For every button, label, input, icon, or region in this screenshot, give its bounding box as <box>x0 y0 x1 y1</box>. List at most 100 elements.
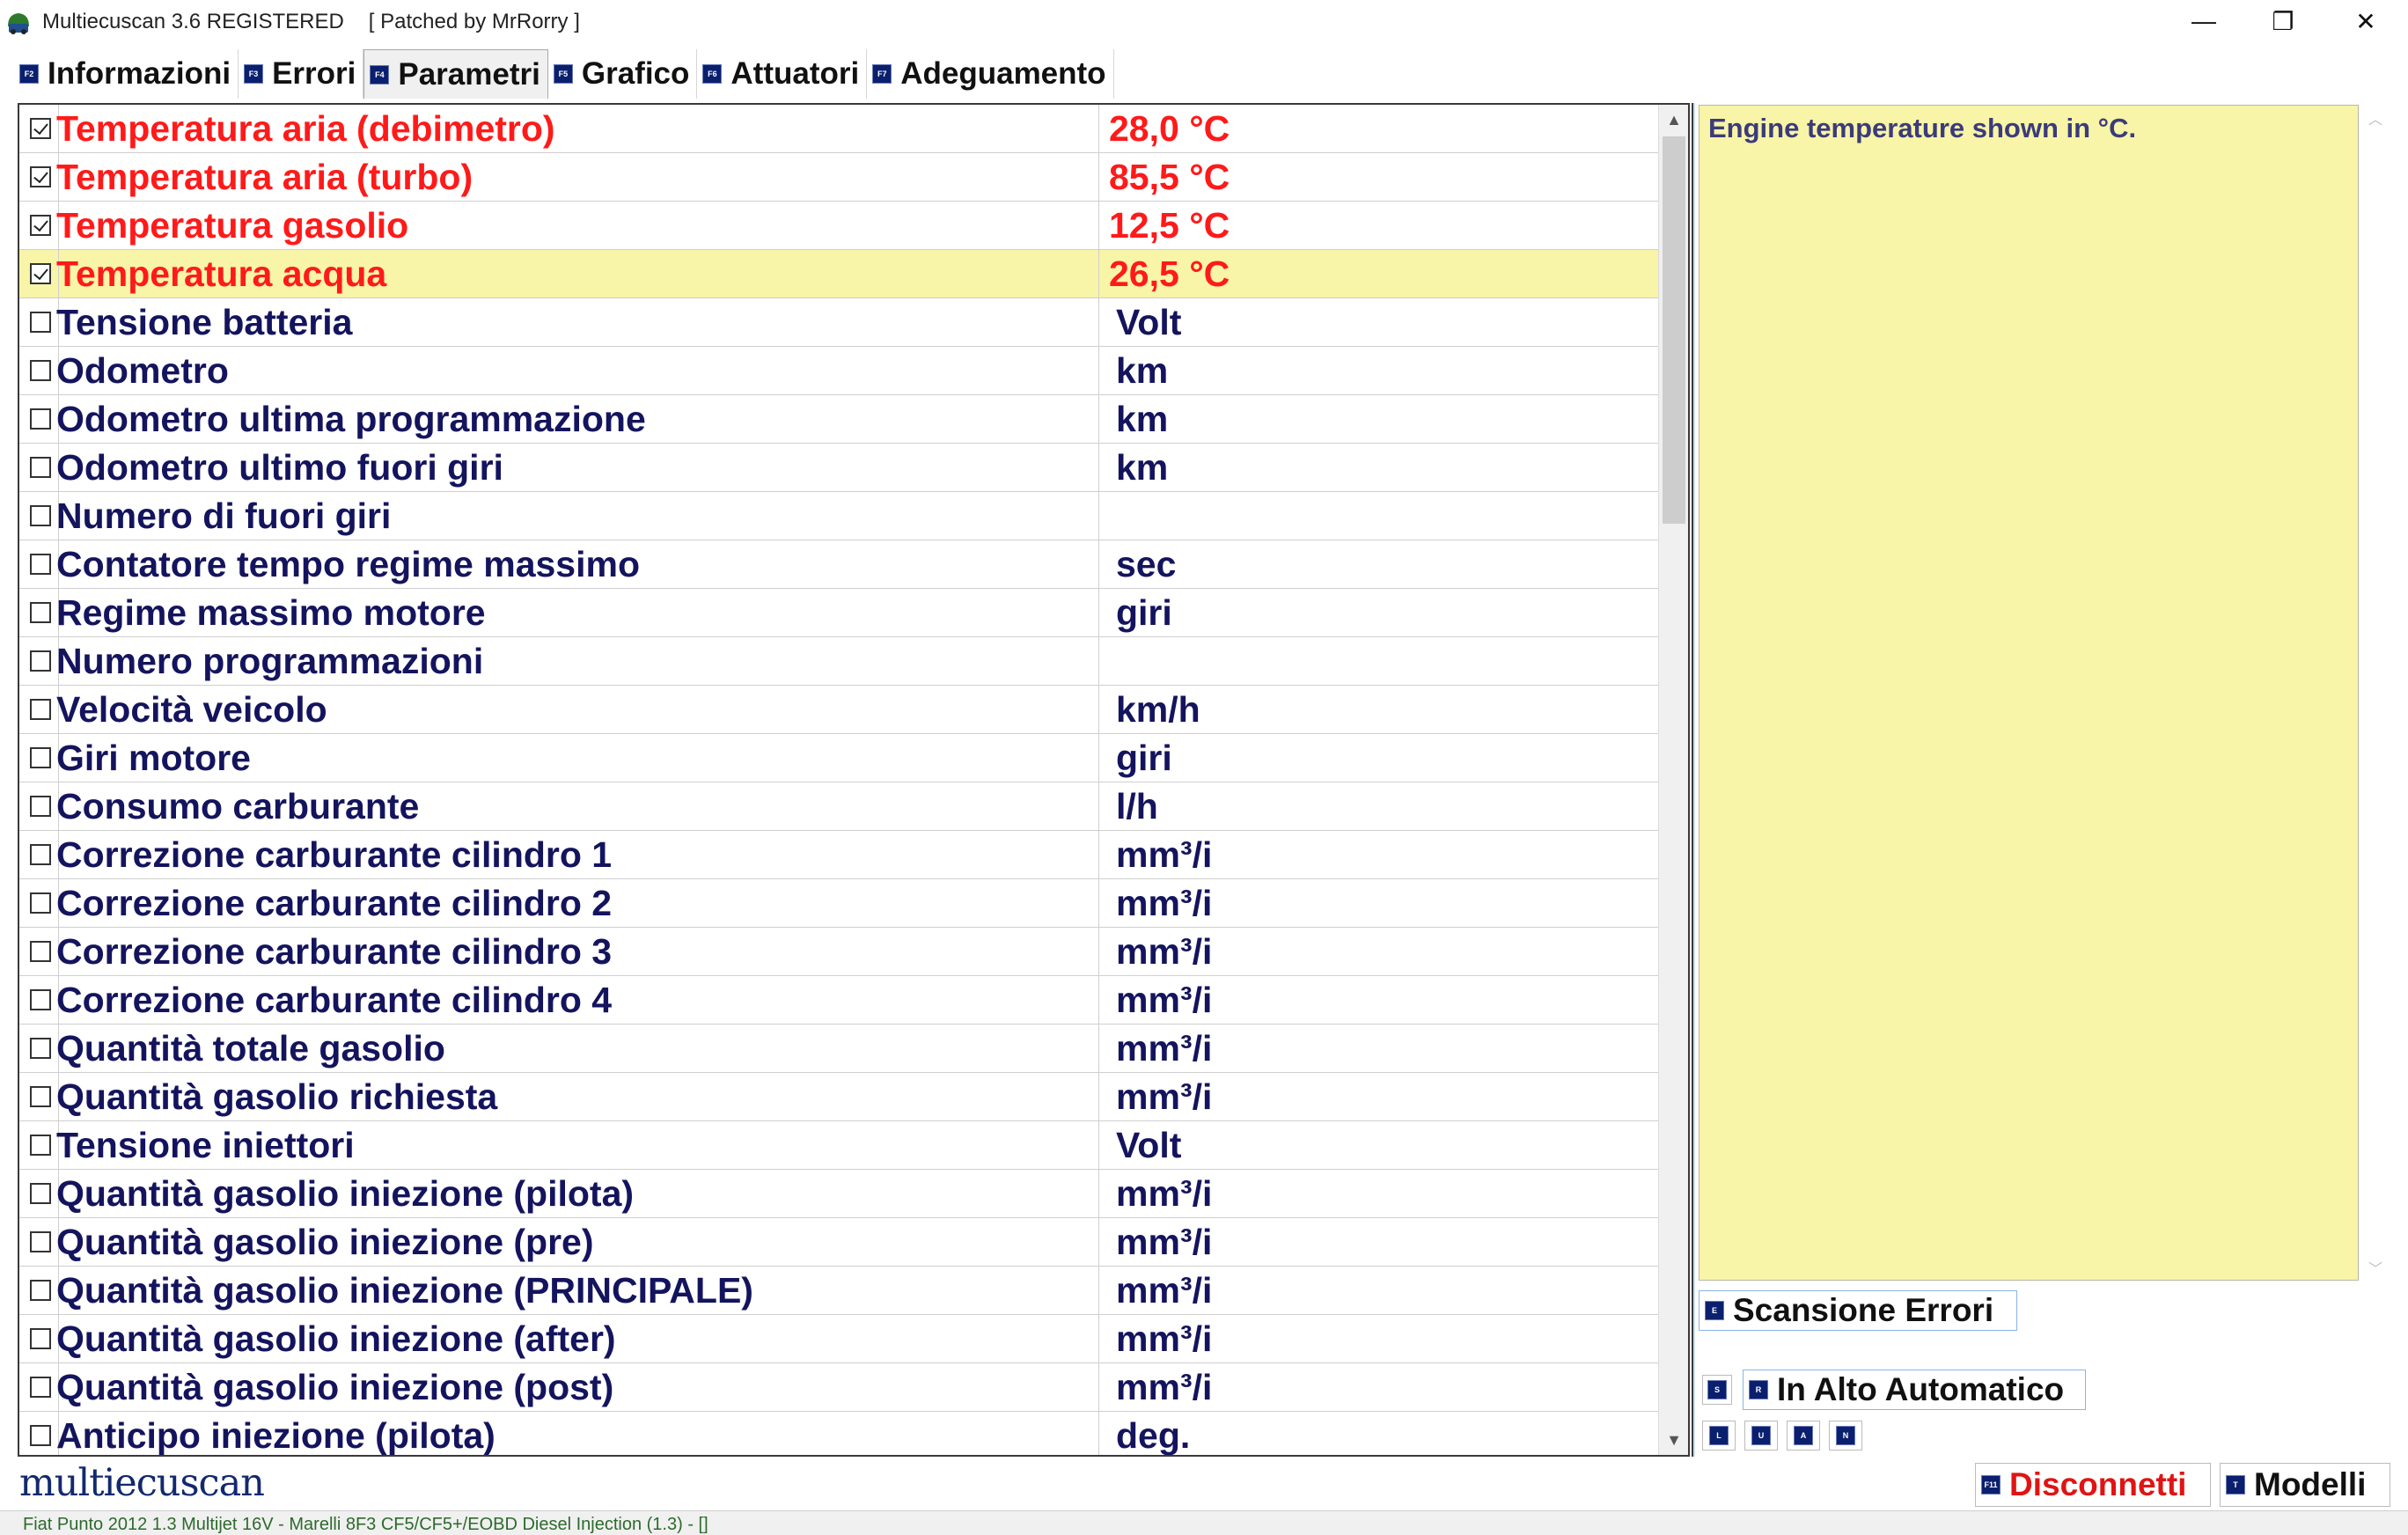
parameter-name: Tensione batteria <box>56 302 353 342</box>
parameter-row[interactable]: Quantità gasolio iniezione (post) mm³/i <box>19 1363 1658 1412</box>
scan-errors-button[interactable]: E Scansione Errori <box>1699 1290 2017 1331</box>
parameter-checkbox[interactable] <box>30 312 51 333</box>
parameter-checkbox[interactable] <box>30 1038 51 1059</box>
a-key-badge: A <box>1794 1426 1813 1445</box>
a-button[interactable]: A <box>1787 1421 1820 1451</box>
scrollbar-thumb[interactable] <box>1663 136 1685 524</box>
parameter-checkbox[interactable] <box>30 360 51 381</box>
parameter-row[interactable]: Correzione carburante cilindro 2 mm³/i <box>19 879 1658 928</box>
parameter-row[interactable]: Numero programmazioni <box>19 637 1658 686</box>
parameter-checkbox[interactable] <box>30 1086 51 1107</box>
l-key-badge: L <box>1709 1426 1729 1445</box>
parameter-name: Anticipo iniezione (pilota) <box>56 1415 496 1456</box>
parameter-value: mm³/i <box>1116 1367 1213 1407</box>
parameter-checkbox[interactable] <box>30 554 51 575</box>
parameter-row[interactable]: Temperatura gasolio 12,5 °C <box>19 202 1658 250</box>
parameter-row[interactable]: Numero di fuori giri <box>19 492 1658 540</box>
scan-errors-label: Scansione Errori <box>1733 1292 1994 1328</box>
parameter-row[interactable]: Temperatura aria (turbo) 85,5 °C <box>19 153 1658 202</box>
parameter-row[interactable]: Odometro ultima programmazione km <box>19 395 1658 444</box>
u-button[interactable]: U <box>1744 1421 1778 1451</box>
column-divider <box>1098 492 1099 540</box>
tab-grafico[interactable]: F5 Grafico <box>548 49 698 99</box>
parameter-checkbox[interactable] <box>30 166 51 187</box>
parameter-checkbox[interactable] <box>30 699 51 720</box>
tab-adeguamento[interactable]: F7 Adeguamento <box>867 49 1114 99</box>
minimize-button[interactable]: — <box>2162 0 2246 42</box>
parameter-row[interactable]: Tensione iniettori Volt <box>19 1121 1658 1170</box>
parameter-checkbox[interactable] <box>30 118 51 139</box>
parameter-checkbox[interactable] <box>30 1425 51 1446</box>
parameter-name: Correzione carburante cilindro 2 <box>56 883 613 923</box>
parameter-row[interactable]: Quantità gasolio iniezione (after) mm³/i <box>19 1315 1658 1363</box>
parameter-row[interactable]: Consumo carburante l/h <box>19 782 1658 831</box>
scroll-down-arrow-icon[interactable]: ▼ <box>1659 1425 1688 1455</box>
parameter-name: Quantità gasolio iniezione (pre) <box>56 1222 594 1262</box>
parameter-row[interactable]: Tensione batteria Volt <box>19 298 1658 347</box>
tab-errori[interactable]: F3 Errori <box>239 49 364 99</box>
parameter-row[interactable]: Odometro km <box>19 347 1658 395</box>
scroll-up-arrow-icon[interactable]: ▲ <box>1659 105 1688 135</box>
parameter-row[interactable]: Correzione carburante cilindro 4 mm³/i <box>19 976 1658 1025</box>
description-scrollbar[interactable]: ︿ ﹀ <box>2362 105 2389 1281</box>
parameter-row[interactable]: Odometro ultimo fuori giri km <box>19 444 1658 492</box>
parameter-row[interactable]: Temperatura acqua 26,5 °C <box>19 250 1658 298</box>
parameter-row[interactable]: Quantità gasolio iniezione (PRINCIPALE) m… <box>19 1267 1658 1315</box>
parameter-checkbox[interactable] <box>30 457 51 478</box>
parameter-row[interactable]: Temperatura aria (debimetro) 28,0 °C <box>19 105 1658 153</box>
parameter-checkbox[interactable] <box>30 1377 51 1398</box>
s-button[interactable]: S <box>1702 1375 1732 1405</box>
title-bar: Multiecuscan 3.6 REGISTERED [ Patched by… <box>0 0 2408 44</box>
disconnect-button[interactable]: F11 Disconnetti <box>1975 1463 2211 1507</box>
parameter-checkbox[interactable] <box>30 1280 51 1301</box>
parameter-row[interactable]: Anticipo iniezione (pilota) deg. <box>19 1412 1658 1456</box>
parameter-checkbox[interactable] <box>30 215 51 236</box>
n-button[interactable]: N <box>1829 1421 1862 1451</box>
auto-scroll-top-button[interactable]: R In Alto Automatico <box>1743 1370 2086 1410</box>
parameter-checkbox[interactable] <box>30 1231 51 1252</box>
column-divider <box>1098 444 1099 492</box>
l-button[interactable]: L <box>1702 1421 1736 1451</box>
tab-label: Grafico <box>581 56 690 91</box>
parameter-checkbox[interactable] <box>30 747 51 768</box>
parameter-row[interactable]: Quantità gasolio iniezione (pre) mm³/i <box>19 1218 1658 1267</box>
parameter-row[interactable]: Giri motore giri <box>19 734 1658 782</box>
list-scrollbar[interactable]: ▲ ▼ <box>1658 105 1688 1455</box>
tab-informazioni[interactable]: F2 Informazioni <box>14 49 239 99</box>
parameter-name: Correzione carburante cilindro 3 <box>56 931 613 972</box>
scroll-down-arrow-icon[interactable]: ﹀ <box>2362 1254 2389 1281</box>
parameter-row[interactable]: Regime massimo motore giri <box>19 589 1658 637</box>
models-button[interactable]: T Modelli <box>2220 1463 2390 1507</box>
parameter-row[interactable]: Velocità veicolo km/h <box>19 686 1658 734</box>
parameter-checkbox[interactable] <box>30 505 51 526</box>
tab-attuatori[interactable]: F6 Attuatori <box>697 49 868 99</box>
parameter-checkbox[interactable] <box>30 408 51 430</box>
parameter-checkbox[interactable] <box>30 650 51 672</box>
parameter-checkbox[interactable] <box>30 263 51 284</box>
parameter-row[interactable]: Correzione carburante cilindro 3 mm³/i <box>19 928 1658 976</box>
restore-button[interactable]: ❐ <box>2241 0 2325 42</box>
tab-parametri[interactable]: F4 Parametri <box>363 49 548 99</box>
parameter-checkbox[interactable] <box>30 989 51 1010</box>
parameter-checkbox[interactable] <box>30 602 51 623</box>
parameter-checkbox[interactable] <box>30 1328 51 1349</box>
parameter-value: mm³/i <box>1116 1318 1213 1359</box>
parameter-checkbox[interactable] <box>30 1183 51 1204</box>
parameter-row[interactable]: Quantità gasolio richiesta mm³/i <box>19 1073 1658 1121</box>
r-key-badge: R <box>1749 1380 1768 1399</box>
parameter-row[interactable]: Correzione carburante cilindro 1 mm³/i <box>19 831 1658 879</box>
parameter-row[interactable]: Quantità gasolio iniezione (pilota) mm³/i <box>19 1170 1658 1218</box>
column-divider <box>1098 928 1099 976</box>
parameter-checkbox[interactable] <box>30 844 51 865</box>
parameter-description: Engine temperature shown in °C. <box>1708 113 2137 143</box>
parameter-checkbox[interactable] <box>30 892 51 914</box>
parameter-checkbox[interactable] <box>30 941 51 962</box>
parameter-row[interactable]: Quantità totale gasolio mm³/i <box>19 1025 1658 1073</box>
parameter-row[interactable]: Contatore tempo regime massimo sec <box>19 540 1658 589</box>
parameter-checkbox[interactable] <box>30 796 51 817</box>
splitter[interactable] <box>1692 103 1695 1457</box>
close-button[interactable]: ✕ <box>2324 0 2408 42</box>
parameter-value: mm³/i <box>1116 834 1213 875</box>
scroll-up-arrow-icon[interactable]: ︿ <box>2362 105 2389 131</box>
parameter-checkbox[interactable] <box>30 1135 51 1156</box>
